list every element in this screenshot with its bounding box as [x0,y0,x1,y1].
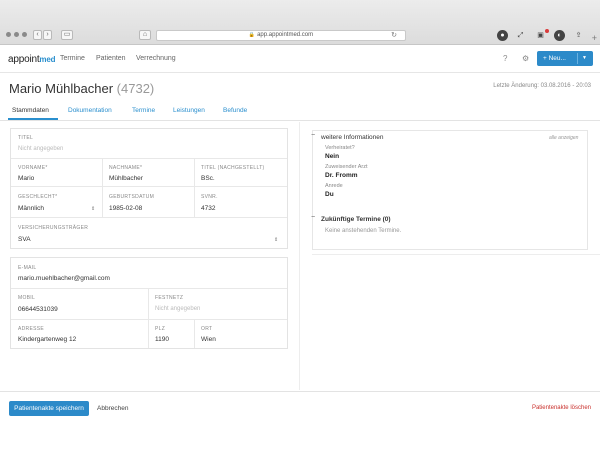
vorname-field[interactable]: VORNAME* Mario [11,159,103,187]
tab-dokumentation[interactable]: Dokumentation [68,107,112,114]
new-button[interactable]: + Neu... ▼ [537,51,593,66]
help-icon[interactable]: ? [503,54,507,63]
cancel-button[interactable]: Abbrechen [97,405,128,412]
info-value: Du [325,191,334,198]
adresse-field[interactable]: ADRESSE Kindergartenweg 12 [11,320,149,348]
profile-icon[interactable]: ◐ [554,30,565,41]
show-all-link[interactable]: alle anzeigen [549,135,578,141]
record-icon[interactable]: ● [497,30,508,41]
forward-button[interactable]: › [43,30,52,40]
no-appointments-text: Keine anstehenden Termine. [325,228,402,234]
page-title: Mario Mühlbacher (4732) [9,81,155,96]
info-value: Nein [325,153,340,160]
active-tab-indicator [8,118,58,120]
lock-icon: 🔒 [248,32,256,38]
info-section-title[interactable]: weitere Informationen [321,134,384,141]
info-value: Dr. Fromm [325,172,358,179]
tab-leistungen[interactable]: Leistungen [173,107,205,114]
last-change-timestamp: Letzte Änderung: 03.08.2016 - 20:03 [493,83,591,89]
url-text: app.appointmed.com [257,32,314,38]
divider [312,254,600,255]
back-button[interactable]: ‹ [33,30,42,40]
select-arrows-icon: ⇕ [91,206,96,212]
versicherungstraeger-select[interactable]: VERSICHERUNGSTRÄGER SVA ⇕ [11,218,287,248]
titel-field[interactable]: TITEL Nicht angegeben [11,129,287,159]
select-arrows-icon: ⇕ [274,237,279,243]
contact-data-box: E-MAIL mario.muehlbacher@gmail.com MOBIL… [10,257,288,349]
titel-nachgestellt-field[interactable]: TITEL (NACHGESTELLT) BSc. [195,159,287,187]
geburtsdatum-field[interactable]: GEBURTSDATUM 1985-02-08 [103,187,195,218]
browser-toolbar: ‹ › ▭ ⌂ 🔒 app.appointmed.com ↻ ● ⤢ ▣ ◐ ⇪ … [0,0,600,45]
festnetz-field[interactable]: FESTNETZ Nicht angegeben [149,289,287,320]
tab-bar: Stammdaten Dokumentation Termine Leistun… [0,104,600,121]
save-patient-button[interactable]: Patientenakte speichern [9,401,89,416]
chevron-down-icon[interactable]: ▼ [582,51,587,66]
ort-field[interactable]: ORT Wien [195,320,287,348]
home-icon[interactable]: ⌂ [139,30,151,40]
svnr-field[interactable]: SVNR. 4732 [195,187,287,218]
collapse-info-icon[interactable]: − [311,132,315,139]
app-logo[interactable]: appointmed [8,54,55,65]
future-appointments-title[interactable]: Zukünftige Termine (0) [321,216,391,223]
sidebar-toggle-icon[interactable]: ▭ [61,30,73,40]
gear-icon[interactable]: ⚙ [522,54,529,63]
additional-info-panel: − weitere Informationen alle anzeigen Ve… [311,130,588,250]
close-window-button[interactable] [6,32,11,37]
tab-befunde[interactable]: Befunde [223,107,247,114]
geschlecht-select[interactable]: GESCHLECHT* Männlich ⇕ [11,187,103,218]
nav-verrechnung[interactable]: Verrechnung [136,55,176,62]
app-header: appointmed Termine Patienten Verrechnung… [0,45,600,73]
tab-stammdaten[interactable]: Stammdaten [12,107,49,114]
zoom-window-button[interactable] [22,32,27,37]
info-label: Anrede [325,183,343,189]
nav-termine[interactable]: Termine [60,55,85,62]
share-icon[interactable]: ⇪ [573,30,584,41]
info-label: Zuweisender Arzt [325,164,368,170]
notification-badge [545,29,549,33]
nav-patienten[interactable]: Patienten [96,55,126,62]
patient-id: (4732) [116,81,155,96]
nachname-field[interactable]: NACHNAME* Mühlbacher [103,159,195,187]
expand-icon[interactable]: ⤢ [515,30,526,41]
mobil-field[interactable]: MOBIL 06644531039 [11,289,149,320]
collapse-appointments-icon[interactable]: − [311,214,315,221]
address-bar[interactable]: 🔒 app.appointmed.com ↻ [156,30,406,41]
new-tab-icon[interactable]: + [592,33,597,43]
delete-patient-link[interactable]: Patientenakte löschen [532,405,591,411]
action-footer: Patientenakte speichern Abbrechen Patien… [0,391,600,450]
tab-termine[interactable]: Termine [132,107,155,114]
minimize-window-button[interactable] [14,32,19,37]
email-field[interactable]: E-MAIL mario.muehlbacher@gmail.com [11,258,287,289]
reload-icon[interactable]: ↻ [391,31,397,40]
plz-field[interactable]: PLZ 1190 [149,320,195,348]
personal-data-box: TITEL Nicht angegeben VORNAME* Mario NAC… [10,128,288,249]
info-label: Verheiratet? [325,145,355,151]
